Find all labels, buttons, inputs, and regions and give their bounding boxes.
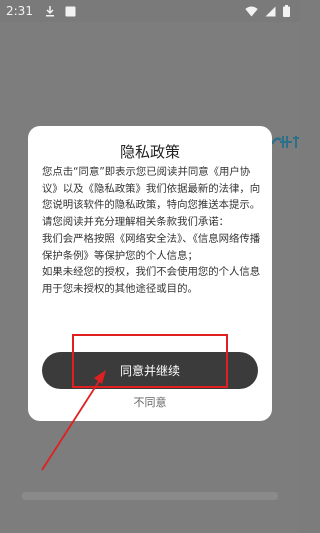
download-icon <box>45 5 55 17</box>
status-left-icons <box>45 5 76 17</box>
status-time: 2:31 <box>6 4 33 18</box>
dialog-body: 您点击“同意”即表示您已阅读并同意《用户协议》以及《隐私政策》我们依据最新的法律… <box>42 164 262 298</box>
signal-icon <box>265 6 276 17</box>
battery-icon <box>283 5 290 17</box>
dialog-title: 隐私政策 <box>119 143 180 161</box>
disagree-button[interactable]: 不同意 <box>28 394 272 410</box>
dialog-paragraph: 我们会严格按照《网络安全法》、《信息网络传播保护条例》等保护您的个人信息； <box>42 232 261 262</box>
dialog-paragraph: 您点击“同意”即表示您已阅读并同意《用户协议》以及《隐私政策》我们依据最新的法律… <box>42 166 261 229</box>
status-bar: 2:31 <box>0 0 300 22</box>
blank-square-icon <box>65 6 76 17</box>
wifi-icon <box>245 6 258 17</box>
annotation-highlight-box <box>72 334 228 388</box>
status-right-icons <box>245 5 290 17</box>
dialog-paragraph: 如果未经您的授权，我们不会使用您的个人信息用于您未授权的其他途径或目的。 <box>42 266 261 295</box>
background-bottom-bar <box>22 492 278 500</box>
